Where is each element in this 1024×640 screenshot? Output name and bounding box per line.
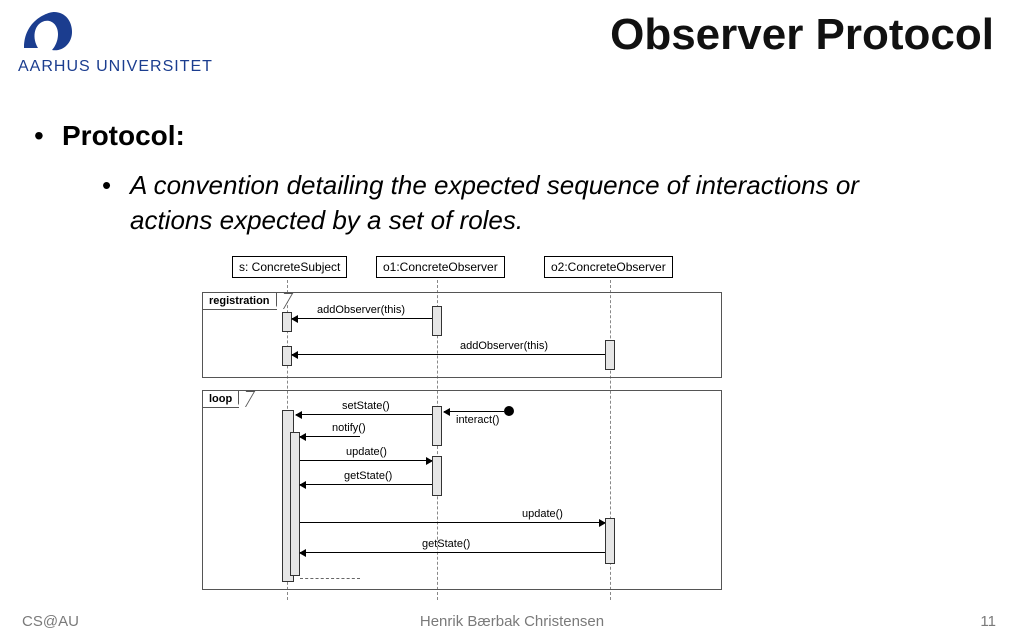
- message-label: update(): [346, 446, 387, 458]
- frame-registration: registration: [202, 292, 722, 378]
- footer-page-number: 11: [980, 613, 996, 630]
- activation-bar: [432, 306, 442, 336]
- institution-name: AARHUS UNIVERSITET: [18, 58, 213, 76]
- participant-subject: s: ConcreteSubject: [232, 256, 347, 278]
- message-arrow: [300, 460, 432, 461]
- institution-logo: AARHUS UNIVERSITET: [18, 8, 213, 76]
- message-arrow: [444, 411, 504, 412]
- frame-label-loop: loop: [202, 390, 239, 408]
- sequence-diagram: s: ConcreteSubject o1:ConcreteObserver o…: [192, 256, 752, 600]
- participant-observer1: o1:ConcreteObserver: [376, 256, 505, 278]
- return-arrow: [300, 578, 360, 579]
- message-arrow: [296, 414, 432, 415]
- found-message-origin-icon: [504, 406, 514, 416]
- activation-bar: [432, 456, 442, 496]
- message-arrow: [292, 318, 432, 319]
- activation-bar: [605, 518, 615, 564]
- message-label: addObserver(this): [317, 304, 405, 316]
- slide-title: Observer Protocol: [610, 10, 994, 60]
- message-label: interact(): [456, 414, 499, 426]
- message-arrow: [300, 484, 432, 485]
- message-label: update(): [522, 508, 563, 520]
- frame-label-registration: registration: [202, 292, 277, 310]
- activation-bar: [432, 406, 442, 446]
- message-arrow: [300, 436, 360, 437]
- activation-bar: [605, 340, 615, 370]
- bullet-level-1: Protocol:: [62, 120, 185, 152]
- message-label: getState(): [344, 470, 392, 482]
- message-arrow: [292, 354, 605, 355]
- bullet-level-2: A convention detailing the expected sequ…: [130, 168, 910, 238]
- au-logo-icon: [18, 8, 82, 56]
- message-label: getState(): [422, 538, 470, 550]
- message-label: notify(): [332, 422, 366, 434]
- message-label: setState(): [342, 400, 390, 412]
- participant-observer2: o2:ConcreteObserver: [544, 256, 673, 278]
- message-arrow: [300, 552, 605, 553]
- message-arrow: [300, 522, 605, 523]
- footer-author: Henrik Bærbak Christensen: [0, 613, 1024, 630]
- message-label: addObserver(this): [460, 340, 548, 352]
